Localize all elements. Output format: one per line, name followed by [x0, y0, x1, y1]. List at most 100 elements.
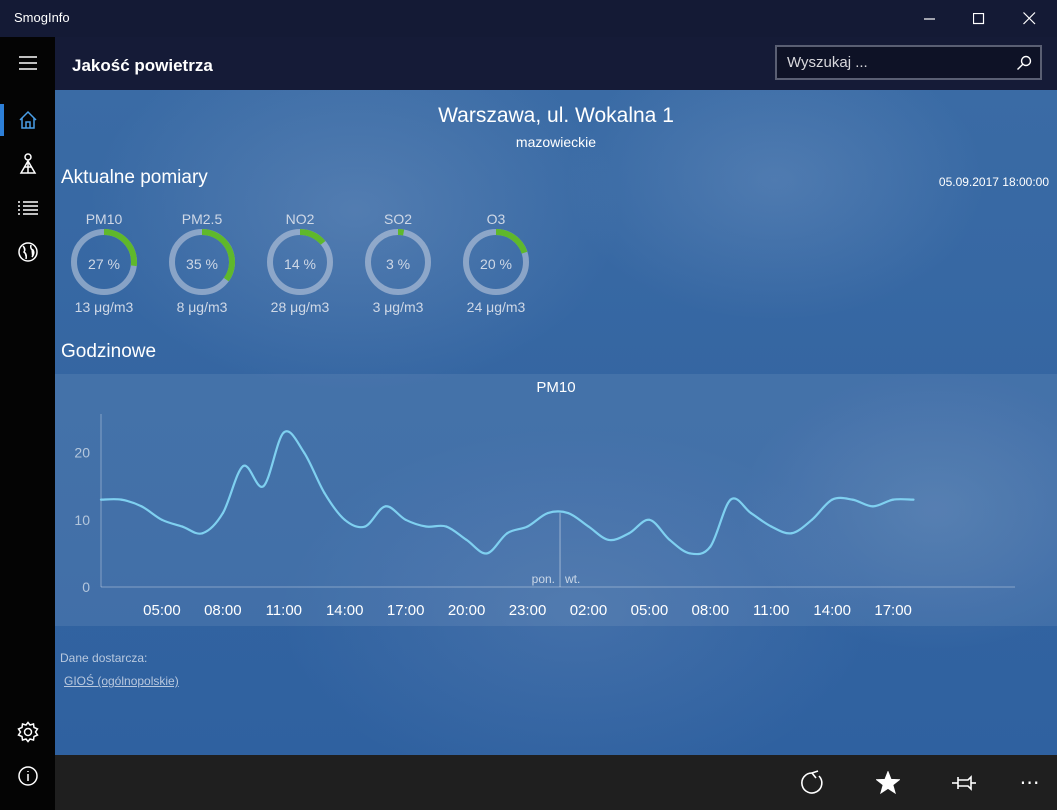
list-icon	[17, 201, 38, 215]
nav-item-home[interactable]	[0, 98, 55, 142]
x-tick-label: 11:00	[753, 602, 789, 619]
x-tick-label: 05:00	[631, 602, 669, 619]
x-tick-label: 20:00	[448, 602, 486, 619]
hamburger-icon	[18, 56, 37, 70]
close-icon	[1022, 12, 1035, 25]
data-point	[831, 498, 834, 501]
star-icon	[876, 770, 900, 794]
series-line	[100, 430, 914, 556]
more-button[interactable]: ⋯	[1006, 755, 1054, 810]
data-point	[201, 532, 204, 535]
hamburger-button[interactable]	[0, 41, 55, 85]
pollutant-tile-o3[interactable]: O3 20 % 24 μg/m3	[448, 201, 544, 326]
data-point	[323, 491, 326, 495]
data-point	[526, 525, 529, 528]
nav-item-info[interactable]	[0, 754, 55, 798]
data-point	[627, 532, 631, 535]
data-point	[810, 518, 813, 521]
data-point	[445, 525, 448, 528]
data-point	[688, 552, 692, 555]
search-input[interactable]	[777, 54, 1007, 71]
pollutant-concentration: 28 μg/m3	[270, 299, 330, 315]
pollutant-concentration: 8 μg/m3	[176, 299, 228, 315]
data-point	[343, 518, 346, 521]
minimize-icon	[924, 17, 935, 20]
pollutant-percent: 3 %	[385, 256, 411, 272]
data-point	[424, 525, 428, 528]
data-point	[892, 498, 895, 501]
data-point	[749, 511, 753, 515]
app-title: SmogInfo	[14, 10, 70, 25]
data-point	[668, 538, 671, 542]
info-icon	[17, 766, 38, 786]
gauge-fill	[299, 229, 326, 245]
data-point	[181, 525, 184, 528]
nav-item-stations[interactable]	[0, 142, 55, 186]
data-point	[485, 552, 489, 555]
data-point	[99, 498, 103, 501]
search-box[interactable]	[775, 45, 1042, 80]
x-tick-label: 11:00	[266, 602, 302, 619]
nav-item-settings[interactable]	[0, 710, 55, 754]
gauge-fill	[397, 229, 405, 236]
data-point	[912, 498, 915, 501]
x-tick-label: 17:00	[387, 602, 425, 619]
data-point	[465, 538, 468, 542]
hourly-heading: Godzinowe	[61, 341, 157, 362]
nav-rail	[0, 37, 55, 810]
x-tick-label: 05:00	[143, 602, 181, 619]
data-point	[221, 511, 224, 515]
data-point	[506, 532, 509, 535]
pollutant-name: PM2.5	[181, 211, 223, 227]
x-tick-label: 14:00	[326, 602, 364, 619]
pollutant-percent: 27 %	[88, 256, 120, 272]
pollutant-tile-so2[interactable]: SO2 3 % 3 μg/m3	[350, 201, 446, 326]
nav-item-list[interactable]	[0, 186, 55, 230]
settings-icon	[16, 721, 39, 743]
close-button[interactable]	[1004, 0, 1054, 37]
x-tick-label: 08:00	[692, 602, 730, 619]
page-header: Jakość powietrza	[55, 37, 1057, 90]
data-point	[587, 525, 590, 528]
pollutant-name: PM10	[85, 211, 123, 227]
data-point	[770, 525, 773, 528]
minimize-button[interactable]	[905, 0, 955, 37]
data-point	[709, 545, 712, 548]
data-point	[303, 451, 306, 454]
maximize-icon	[973, 12, 985, 24]
station-name: Warszawa, ul. Wokalna 1	[438, 104, 674, 127]
data-point	[160, 518, 164, 521]
pollutant-tile-pm10[interactable]: PM10 27 % 13 μg/m3	[56, 201, 152, 326]
page-title: Jakość powietrza	[72, 56, 213, 75]
refresh-button[interactable]	[788, 755, 836, 810]
day-label: wt.	[564, 572, 580, 586]
maximize-button[interactable]	[954, 0, 1004, 37]
data-point	[648, 518, 651, 521]
search-icon[interactable]	[1016, 55, 1032, 71]
gauge-fill	[495, 229, 528, 254]
data-point	[363, 525, 367, 528]
current-measurements-heading: Aktualne pomiary	[61, 167, 208, 188]
pollutant-percent: 14 %	[284, 256, 316, 272]
measurement-timestamp: 05.09.2017 18:00:00	[938, 175, 1049, 189]
pollutant-name: SO2	[383, 211, 412, 227]
pollutant-tile-no2[interactable]: NO2 14 % 28 μg/m3	[252, 201, 348, 326]
x-tick-label: 17:00	[874, 602, 912, 619]
data-point	[607, 538, 610, 542]
pollutant-tile-pm25[interactable]: PM2.5 35 % 8 μg/m3	[154, 201, 250, 326]
nav-item-world[interactable]	[0, 230, 55, 274]
pollutant-concentration: 13 μg/m3	[74, 299, 134, 315]
x-tick-label: 14:00	[813, 602, 851, 619]
provider-link[interactable]: GIOŚ (ogólnopolskie)	[64, 674, 179, 688]
data-point	[567, 511, 570, 515]
data-point	[140, 505, 143, 508]
data-point	[790, 532, 793, 535]
y-tick-label: 0	[82, 579, 90, 595]
pin-button[interactable]	[940, 755, 988, 810]
data-point	[729, 498, 732, 501]
data-point	[242, 464, 245, 468]
hourly-chart-panel: PM10 0 10 20 05:00 08:00 11:00 14:00 17:00 20:00…	[55, 374, 1057, 626]
globe-icon	[17, 242, 38, 262]
favorite-button[interactable]	[864, 755, 912, 810]
title-bar: SmogInfo	[0, 0, 1057, 37]
